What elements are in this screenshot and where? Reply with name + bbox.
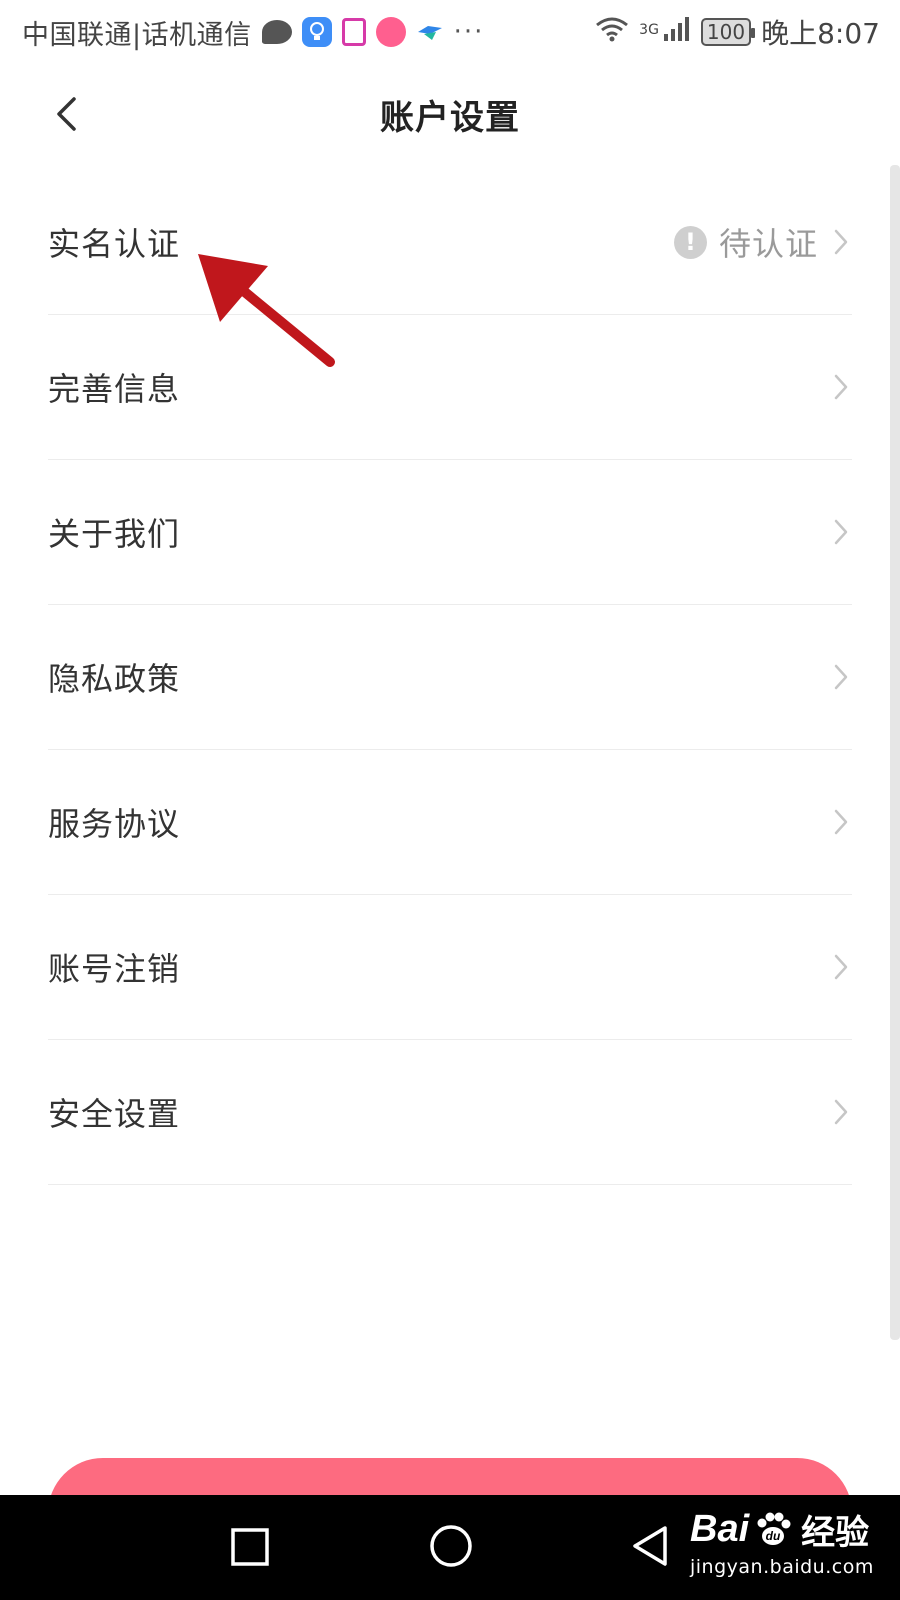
- chevron-right-icon: [830, 1095, 852, 1129]
- chevron-right-icon: [830, 370, 852, 404]
- battery-icon: 100: [700, 18, 756, 46]
- settings-item-account-deletion[interactable]: 账号注销: [48, 895, 852, 1040]
- chevron-right-icon: [830, 225, 852, 259]
- carrier-name: 中国联通|话机通信: [22, 19, 252, 51]
- settings-item-label: 安全设置: [48, 1095, 181, 1133]
- settings-item-right: [830, 805, 852, 839]
- chat-notification-icon: [261, 20, 292, 44]
- system-back-button[interactable]: [628, 1523, 674, 1569]
- settings-item-label: 完善信息: [48, 370, 181, 408]
- exclamation-icon: !: [673, 225, 707, 259]
- triangle-back-icon: [633, 1526, 667, 1566]
- chevron-right-icon: [830, 805, 852, 839]
- circle-icon: [430, 1525, 472, 1567]
- network-type: 3G: [639, 22, 659, 38]
- wifi-icon: [595, 16, 629, 49]
- system-navigation-bar: [0, 1495, 900, 1600]
- clock: 晚上8:07: [761, 17, 880, 50]
- settings-item-label: 账号注销: [48, 950, 181, 988]
- signal-icon: [663, 16, 691, 49]
- settings-list: 实名认证 ! 待认证 完善信息 关于我们 隐私政策 服务协议 账号注销 安全设置: [48, 170, 852, 1185]
- chevron-right-icon: [830, 950, 852, 984]
- settings-item-right: [830, 370, 852, 404]
- settings-item-label: 实名认证: [48, 225, 181, 263]
- chevron-right-icon: [830, 660, 852, 694]
- settings-item-label: 隐私政策: [48, 660, 181, 698]
- settings-item-privacy-policy[interactable]: 隐私政策: [48, 605, 852, 750]
- status-bar-right: 3G 100 晚上8:07: [595, 12, 880, 52]
- page-header: 账户设置: [0, 64, 900, 164]
- home-button[interactable]: [428, 1523, 474, 1569]
- settings-item-security-settings[interactable]: 安全设置: [48, 1040, 852, 1185]
- recent-apps-button[interactable]: [228, 1525, 272, 1569]
- page-title: 账户设置: [380, 97, 520, 138]
- settings-item-label: 服务协议: [48, 805, 181, 843]
- bird-app-icon: [416, 22, 444, 42]
- settings-item-service-agreement[interactable]: 服务协议: [48, 750, 852, 895]
- settings-item-right: [830, 950, 852, 984]
- settings-item-real-name-verification[interactable]: 实名认证 ! 待认证: [48, 170, 852, 315]
- settings-item-right: [830, 1095, 852, 1129]
- square-icon: [231, 1528, 269, 1566]
- settings-item-right: [830, 660, 852, 694]
- document-app-icon: [341, 18, 366, 46]
- chevron-left-icon: [57, 97, 76, 131]
- status-bar: 中国联通|话机通信 ··· 3G 100 晚上8:07: [0, 0, 900, 64]
- verification-status: ! 待认证: [673, 219, 818, 265]
- settings-item-complete-info[interactable]: 完善信息: [48, 315, 852, 460]
- bulb-app-icon: [301, 17, 332, 47]
- back-button[interactable]: [46, 92, 86, 136]
- status-bar-left: 中国联通|话机通信 ···: [22, 13, 484, 52]
- settings-item-right: ! 待认证: [673, 219, 852, 265]
- more-notifications-icon: ···: [453, 17, 485, 47]
- pink-app-icon: [375, 17, 406, 47]
- settings-item-about-us[interactable]: 关于我们: [48, 460, 852, 605]
- verification-status-text: 待认证: [718, 225, 818, 263]
- chevron-right-icon: [830, 515, 852, 549]
- settings-item-label: 关于我们: [48, 515, 181, 553]
- settings-item-right: [830, 515, 852, 549]
- scrollbar[interactable]: [890, 165, 900, 1340]
